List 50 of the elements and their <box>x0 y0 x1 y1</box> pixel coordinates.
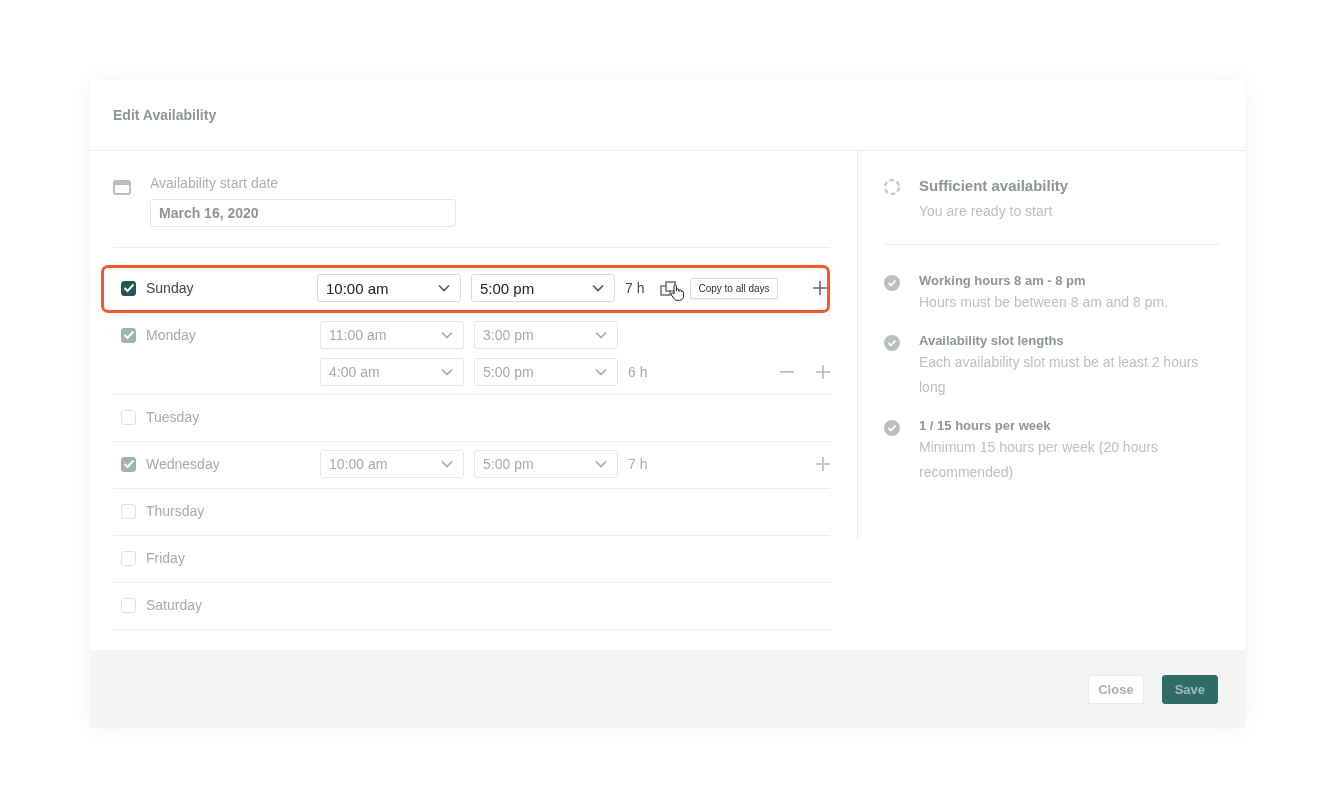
checkbox[interactable] <box>121 327 136 343</box>
day-name: Tuesday <box>146 409 200 425</box>
hand-cursor-icon <box>670 283 685 301</box>
day-name: Friday <box>146 550 185 566</box>
time-select[interactable]: 10:00 am <box>317 274 461 302</box>
time-select[interactable]: 5:00 pm <box>474 450 618 478</box>
total-hours: 7 h <box>628 456 648 472</box>
rule-text: Each availability slot must be at least 2 hours long <box>919 353 1199 397</box>
time-select[interactable]: 3:00 pm <box>474 321 618 349</box>
copy-icon[interactable] <box>660 280 677 296</box>
plus-icon[interactable] <box>813 281 827 295</box>
minus-icon[interactable] <box>780 371 794 373</box>
plus-icon[interactable] <box>816 365 830 379</box>
checkbox[interactable] <box>121 280 136 296</box>
time-select[interactable]: 4:00 am <box>320 358 464 386</box>
save-button[interactable]: Save <box>1161 674 1218 704</box>
chevron-down-icon <box>441 460 453 468</box>
status-text: You are ready to start <box>919 203 1054 221</box>
chevron-down-icon <box>441 368 453 376</box>
total-hours: 7 h <box>625 280 645 296</box>
time-select[interactable]: 5:00 pm <box>471 274 615 302</box>
day-name: Wednesday <box>146 456 220 472</box>
day-name: Saturday <box>146 597 203 613</box>
rule-text: Hours must be between 8 am and 8 pm. <box>919 293 1170 312</box>
day-name: Thursday <box>146 503 205 519</box>
rule-title: 1 / 15 hours per week <box>919 418 1052 433</box>
chevron-down-icon <box>595 331 607 339</box>
date-field[interactable]: March 16, 2020 <box>150 199 456 227</box>
day-name: Monday <box>146 327 196 343</box>
chevron-down-icon <box>438 284 450 292</box>
dialog-title: Edit Availability <box>113 107 217 123</box>
close-button[interactable]: Close <box>1088 674 1144 704</box>
chevron-down-icon <box>592 284 604 292</box>
total-hours: 6 h <box>628 364 648 380</box>
time-select[interactable]: 10:00 am <box>320 450 464 478</box>
time-select[interactable]: 11:00 am <box>320 321 464 349</box>
rule-text: Minimum 15 hours per week (20 hours recommended) <box>919 438 1159 482</box>
status-title: Sufficient availability <box>919 177 1069 194</box>
chevron-down-icon <box>595 460 607 468</box>
time-select[interactable]: 5:00 pm <box>474 358 618 386</box>
chevron-down-icon <box>595 368 607 376</box>
plus-icon[interactable] <box>816 457 830 471</box>
field-label: Availability start date <box>150 175 280 191</box>
rule-title: Working hours 8 am - 8 pm <box>919 273 1087 288</box>
tooltip: Copy to all days <box>690 277 778 299</box>
calendar-icon <box>113 179 131 195</box>
day-name: Sunday <box>146 280 194 296</box>
rule-title: Availability slot lengths <box>919 333 1065 348</box>
checkbox[interactable] <box>121 456 136 472</box>
chevron-down-icon <box>441 331 453 339</box>
